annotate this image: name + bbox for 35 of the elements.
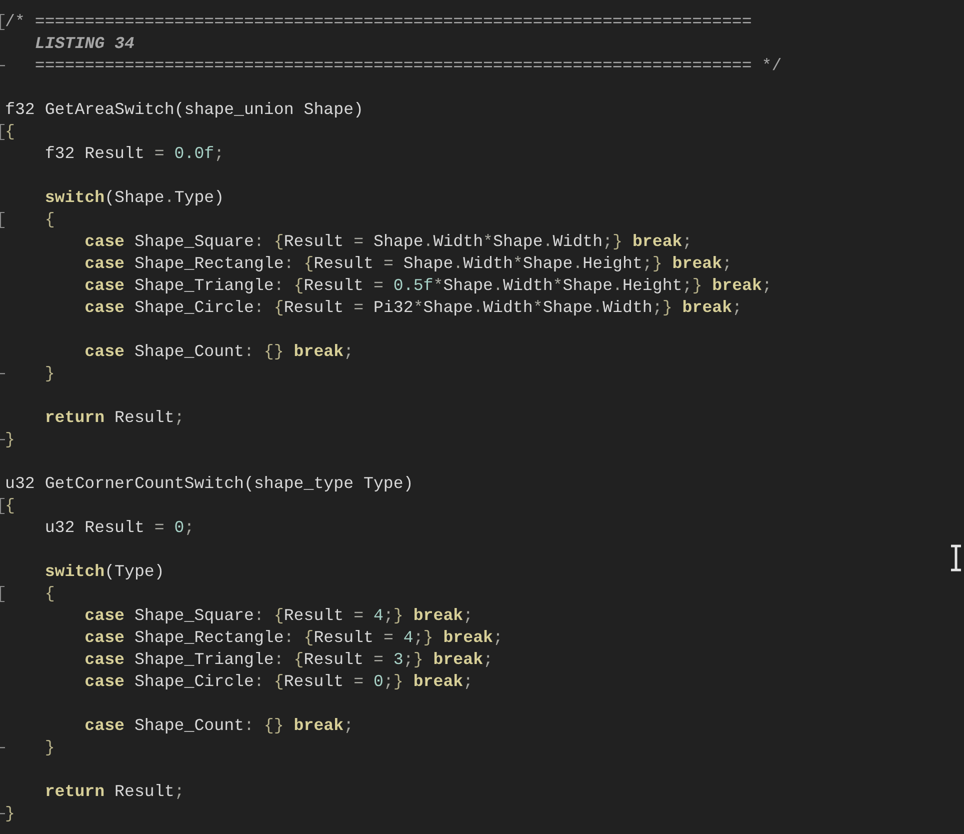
code-line: { [44,583,55,605]
code-line: } [44,363,55,385]
fold-marker-icon[interactable] [0,124,5,140]
code-line: case Shape_Triangle: {Result = 3;} break; [84,649,494,671]
fold-marker-icon[interactable] [0,586,5,602]
code-line: case Shape_Circle: {Result = Pi32*Shape.Width*Shape.Width;} break; [84,297,742,319]
fold-marker-icon[interactable] [0,14,5,30]
fold-marker-icon[interactable] [0,498,5,514]
code-line: case Shape_Rectangle: {Result = Shape.Width*Shape.Height;} break; [84,253,732,275]
code-line: f32 GetAreaSwitch(shape_union Shape) [5,99,364,121]
code-line: case Shape_Square: {Result = 4;} break; [84,605,474,627]
code-line: { [5,121,15,143]
code-line: case Shape_Count: {} break; [84,341,354,363]
code-line: return Result; [44,781,184,803]
code-line: f32 Result = 0.0f; [44,143,224,165]
code-line: } [5,803,15,825]
code-line: switch(Type) [44,561,164,583]
code-line: ======================================================================== */ [34,55,782,77]
code-line: /* ======================================================================== [5,11,752,33]
code-line: return Result; [44,407,184,429]
code-line: } [5,429,15,451]
code-line: } [44,737,55,759]
code-line: case Shape_Rectangle: {Result = 4;} break; [84,627,503,649]
code-line: LISTING 34 [34,33,134,55]
code-line: { [44,209,55,231]
code-line: u32 Result = 0; [44,517,194,539]
code-line: case Shape_Square: {Result = Shape.Width*Shape.Width;} break; [84,231,692,253]
fold-marker-icon[interactable] [0,212,5,228]
code-line: u32 GetCornerCountSwitch(shape_type Type) [5,473,414,495]
code-line: case Shape_Triangle: {Result = 0.5f*Shape.Width*Shape.Height;} break; [84,275,772,297]
code-line: switch(Shape.Type) [44,187,224,209]
code-line: { [5,495,15,517]
code-line: case Shape_Count: {} break; [84,715,354,737]
code-line: case Shape_Circle: {Result = 0;} break; [84,671,474,693]
text-cursor-icon [949,544,963,572]
